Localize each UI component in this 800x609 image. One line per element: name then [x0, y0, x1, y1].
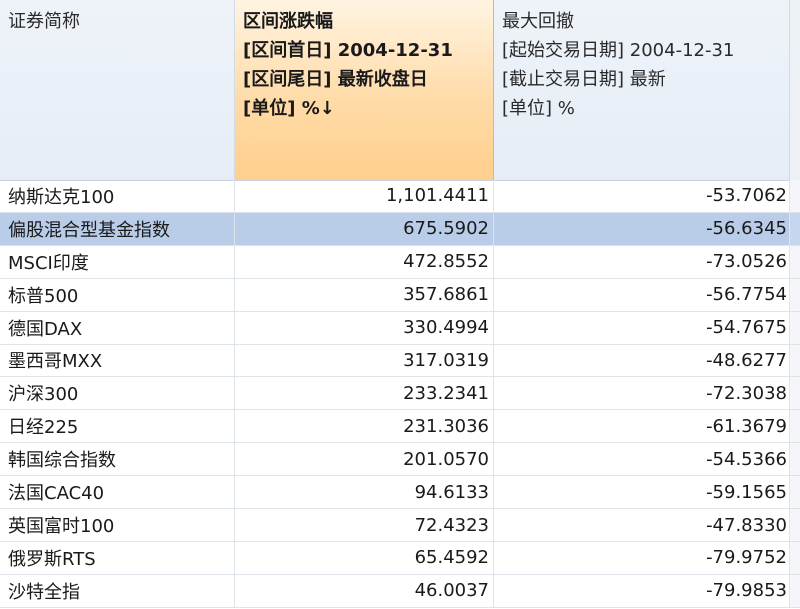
cell-overflow[interactable] [790, 245, 800, 278]
table-row[interactable]: 俄罗斯RTS 65.4592 -79.9752 [0, 541, 800, 575]
table-row[interactable]: 韩国综合指数 201.0570 -54.5366 [0, 443, 800, 477]
cell-max-drawdown[interactable]: -72.3038 [494, 377, 790, 410]
cell-overflow[interactable] [790, 541, 800, 574]
table-row[interactable]: 沙特全指 46.0037 -79.9853 [0, 574, 800, 608]
cell-interval-change[interactable]: 94.6133 [235, 476, 494, 509]
data-grid: 证券简称 区间涨跌幅 [区间首日] 2004-12-31 [区间尾日] 最新收盘… [0, 0, 800, 609]
table-row[interactable]: MSCI印度 472.8552 -73.0526 [0, 245, 800, 279]
cell-interval-change[interactable]: 231.3036 [235, 410, 494, 443]
column-header-max-drawdown[interactable]: 最大回撤 [起始交易日期] 2004-12-31 [截止交易日期] 最新 [单位… [494, 0, 790, 180]
cell-security-name[interactable]: 沙特全指 [0, 574, 235, 607]
table-row[interactable]: 法国CAC40 94.6133 -59.1565 [0, 476, 800, 510]
cell-max-drawdown[interactable]: -73.0526 [494, 245, 790, 278]
cell-overflow[interactable] [790, 410, 800, 443]
cell-security-name[interactable]: MSCI印度 [0, 245, 235, 278]
cell-overflow[interactable] [790, 344, 800, 377]
cell-max-drawdown[interactable]: -59.1565 [494, 476, 790, 509]
header-change-unit: [单位] %↓ [243, 98, 335, 119]
cell-security-name[interactable]: 法国CAC40 [0, 476, 235, 509]
cell-max-drawdown[interactable]: -56.6345 [494, 212, 790, 245]
table-row[interactable]: 德国DAX 330.4994 -54.7675 [0, 311, 800, 345]
header-change-title: 区间涨跌幅 [243, 11, 333, 32]
cell-max-drawdown[interactable]: -79.9853 [494, 574, 790, 607]
table-row[interactable]: 标普500 357.6861 -56.7754 [0, 278, 800, 312]
cell-interval-change[interactable]: 201.0570 [235, 443, 494, 476]
cell-security-name[interactable]: 沪深300 [0, 377, 235, 410]
column-header-security-name[interactable]: 证券简称 [0, 0, 235, 180]
cell-interval-change[interactable]: 472.8552 [235, 245, 494, 278]
cell-overflow[interactable] [790, 509, 800, 541]
table-row[interactable]: 英国富时100 72.4323 -47.8330 [0, 509, 800, 542]
cell-interval-change[interactable]: 357.6861 [235, 278, 494, 311]
cell-overflow[interactable] [790, 180, 800, 212]
table-row[interactable]: 偏股混合型基金指数 675.5902 -56.6345 [0, 212, 800, 246]
cell-overflow[interactable] [790, 476, 800, 509]
cell-interval-change[interactable]: 72.4323 [235, 509, 494, 541]
cell-security-name[interactable]: 日经225 [0, 410, 235, 443]
cell-max-drawdown[interactable]: -56.7754 [494, 278, 790, 311]
cell-interval-change[interactable]: 675.5902 [235, 212, 494, 245]
table-row[interactable]: 纳斯达克100 1,101.4411 -53.7062 [0, 180, 800, 213]
cell-security-name[interactable]: 墨西哥MXX [0, 344, 235, 377]
table-row[interactable]: 沪深300 233.2341 -72.3038 [0, 377, 800, 411]
header-name-title: 证券简称 [8, 11, 80, 32]
cell-overflow[interactable] [790, 377, 800, 410]
cell-max-drawdown[interactable]: -53.7062 [494, 180, 790, 212]
header-change-start: [区间首日] 2004-12-31 [243, 40, 453, 61]
header-change-end: [区间尾日] 最新收盘日 [243, 69, 428, 90]
cell-interval-change[interactable]: 317.0319 [235, 344, 494, 377]
cell-interval-change[interactable]: 330.4994 [235, 311, 494, 344]
cell-interval-change[interactable]: 46.0037 [235, 574, 494, 607]
cell-security-name[interactable]: 德国DAX [0, 311, 235, 344]
cell-max-drawdown[interactable]: -54.7675 [494, 311, 790, 344]
cell-interval-change[interactable]: 65.4592 [235, 541, 494, 574]
cell-max-drawdown[interactable]: -79.9752 [494, 541, 790, 574]
cell-security-name[interactable]: 纳斯达克100 [0, 180, 235, 212]
header-row: 证券简称 区间涨跌幅 [区间首日] 2004-12-31 [区间尾日] 最新收盘… [0, 0, 800, 181]
cell-security-name[interactable]: 标普500 [0, 278, 235, 311]
column-header-overflow[interactable] [790, 0, 800, 180]
cell-overflow[interactable] [790, 443, 800, 476]
column-header-interval-change[interactable]: 区间涨跌幅 [区间首日] 2004-12-31 [区间尾日] 最新收盘日 [单位… [235, 0, 494, 180]
cell-security-name[interactable]: 偏股混合型基金指数 [0, 212, 235, 245]
cell-interval-change[interactable]: 1,101.4411 [235, 180, 494, 212]
cell-max-drawdown[interactable]: -61.3679 [494, 410, 790, 443]
cell-max-drawdown[interactable]: -47.8330 [494, 509, 790, 541]
table-row[interactable]: 墨西哥MXX 317.0319 -48.6277 [0, 344, 800, 378]
cell-security-name[interactable]: 韩国综合指数 [0, 443, 235, 476]
table-row[interactable]: 日经225 231.3036 -61.3679 [0, 410, 800, 444]
table-body: 纳斯达克100 1,101.4411 -53.7062 偏股混合型基金指数 675.59… [0, 180, 800, 608]
cell-security-name[interactable]: 英国富时100 [0, 509, 235, 541]
header-dd-start: [起始交易日期] 2004-12-31 [502, 40, 735, 61]
cell-max-drawdown[interactable]: -48.6277 [494, 344, 790, 377]
cell-overflow[interactable] [790, 212, 800, 245]
header-dd-unit: [单位] % [502, 98, 575, 119]
cell-security-name[interactable]: 俄罗斯RTS [0, 541, 235, 574]
cell-overflow[interactable] [790, 574, 800, 607]
cell-overflow[interactable] [790, 278, 800, 311]
cell-overflow[interactable] [790, 311, 800, 344]
header-dd-end: [截止交易日期] 最新 [502, 69, 666, 90]
header-dd-title: 最大回撤 [502, 11, 574, 32]
cell-max-drawdown[interactable]: -54.5366 [494, 443, 790, 476]
cell-interval-change[interactable]: 233.2341 [235, 377, 494, 410]
